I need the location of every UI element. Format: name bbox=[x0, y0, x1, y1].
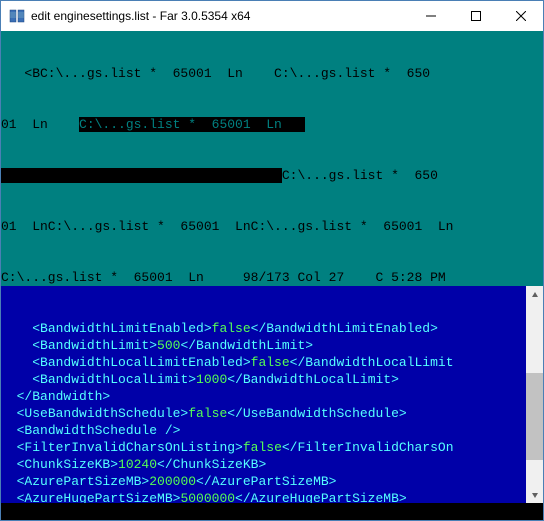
code-line[interactable]: <UseBandwidthSchedule>false</UseBandwidt… bbox=[1, 405, 543, 422]
code-line[interactable]: <BandwidthSchedule /> bbox=[1, 422, 543, 439]
code-line[interactable]: <FilterInvalidCharsOnListing>false</Filt… bbox=[1, 439, 543, 456]
window-title: edit enginesettings.list - Far 3.0.5354 … bbox=[31, 9, 408, 23]
app-window: edit enginesettings.list - Far 3.0.5354 … bbox=[0, 0, 544, 521]
tab-row-4[interactable]: 01 LnC:\...gs.list * 65001 LnC:\...gs.li… bbox=[1, 219, 453, 234]
minimize-button[interactable] bbox=[408, 1, 453, 30]
tab-row-3b[interactable]: C:\...gs.list * 650 bbox=[282, 168, 438, 183]
app-icon bbox=[9, 8, 25, 24]
code-line[interactable]: <AzurePartSizeMB>200000</AzurePartSizeMB… bbox=[1, 473, 543, 490]
code-line[interactable]: </Bandwidth> bbox=[1, 388, 543, 405]
close-button[interactable] bbox=[498, 1, 543, 30]
scrollbar-thumb[interactable] bbox=[526, 373, 543, 461]
tab-row-3a[interactable] bbox=[1, 168, 282, 183]
scrollbar-track[interactable] bbox=[526, 303, 543, 486]
editor-content[interactable]: <BandwidthLimitEnabled>false</BandwidthL… bbox=[1, 320, 543, 503]
tab-row-1[interactable]: <BC:\...gs.list * 65001 Ln C:\...gs.list… bbox=[1, 66, 430, 81]
bottom-bar bbox=[1, 503, 543, 520]
editor-tabs[interactable]: <BC:\...gs.list * 65001 Ln C:\...gs.list… bbox=[1, 31, 543, 269]
tab-row-2a[interactable]: 01 Ln bbox=[1, 117, 79, 132]
status-left: C:\...gs.list * 65001 Ln bbox=[1, 270, 204, 285]
editor-area[interactable]: <BandwidthLimitEnabled>false</BandwidthL… bbox=[1, 286, 543, 503]
code-line[interactable]: <BandwidthLocalLimit>1000</BandwidthLoca… bbox=[1, 371, 543, 388]
code-line[interactable]: <BandwidthLimitEnabled>false</BandwidthL… bbox=[1, 320, 543, 337]
tab-active[interactable]: C:\...gs.list * 65001 Ln bbox=[79, 117, 305, 132]
scroll-up-button[interactable] bbox=[526, 286, 543, 303]
status-bar: C:\...gs.list * 65001 Ln 98/173 Col 27 C… bbox=[1, 269, 543, 286]
code-line[interactable]: <ChunkSizeKB>10240</ChunkSizeKB> bbox=[1, 456, 543, 473]
code-line[interactable]: <AzureHugePartSizeMB>5000000</AzureHugeP… bbox=[1, 490, 543, 503]
scroll-down-button[interactable] bbox=[526, 486, 543, 503]
status-right: 98/173 Col 27 C 5:28 PM bbox=[204, 270, 446, 285]
code-line[interactable]: <BandwidthLimit>500</BandwidthLimit> bbox=[1, 337, 543, 354]
vertical-scrollbar[interactable] bbox=[526, 286, 543, 503]
titlebar[interactable]: edit enginesettings.list - Far 3.0.5354 … bbox=[1, 1, 543, 31]
window-controls bbox=[408, 1, 543, 31]
maximize-button[interactable] bbox=[453, 1, 498, 30]
code-line[interactable]: <BandwidthLocalLimitEnabled>false</Bandw… bbox=[1, 354, 543, 371]
